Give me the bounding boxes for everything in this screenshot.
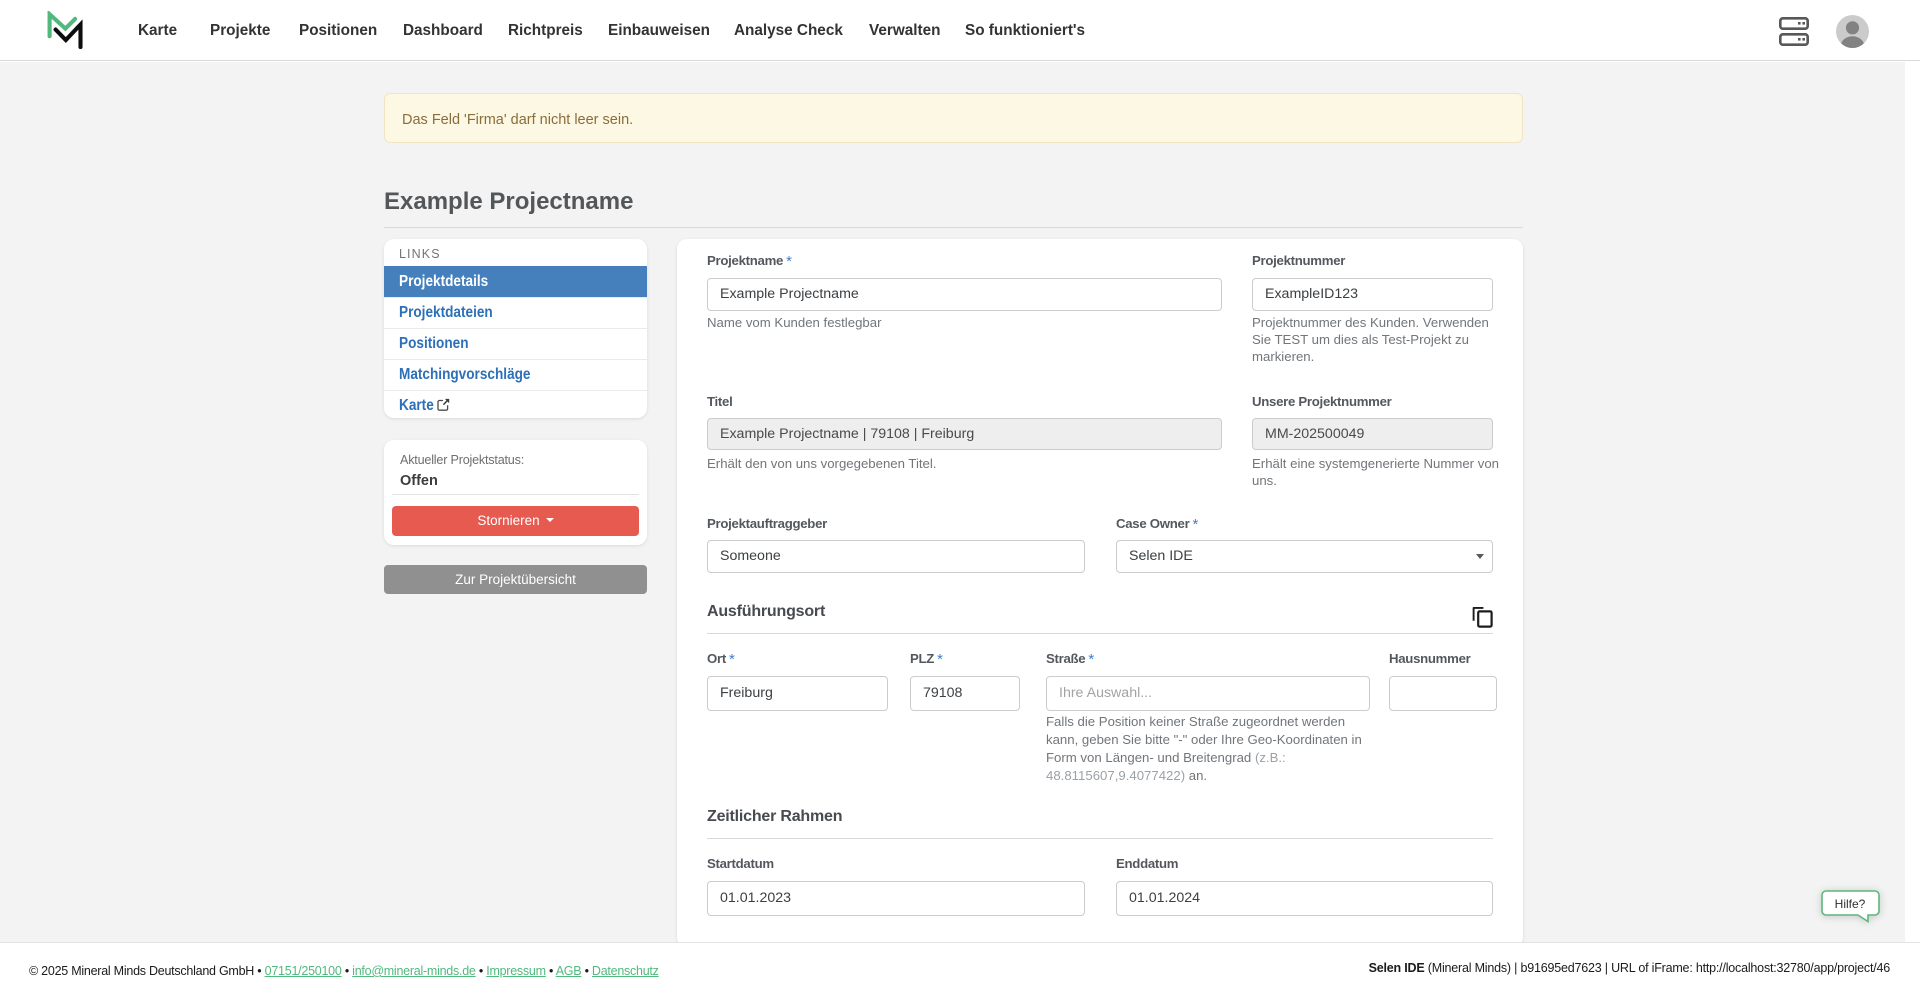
svg-text:Hilfe?: Hilfe? bbox=[1835, 897, 1866, 911]
